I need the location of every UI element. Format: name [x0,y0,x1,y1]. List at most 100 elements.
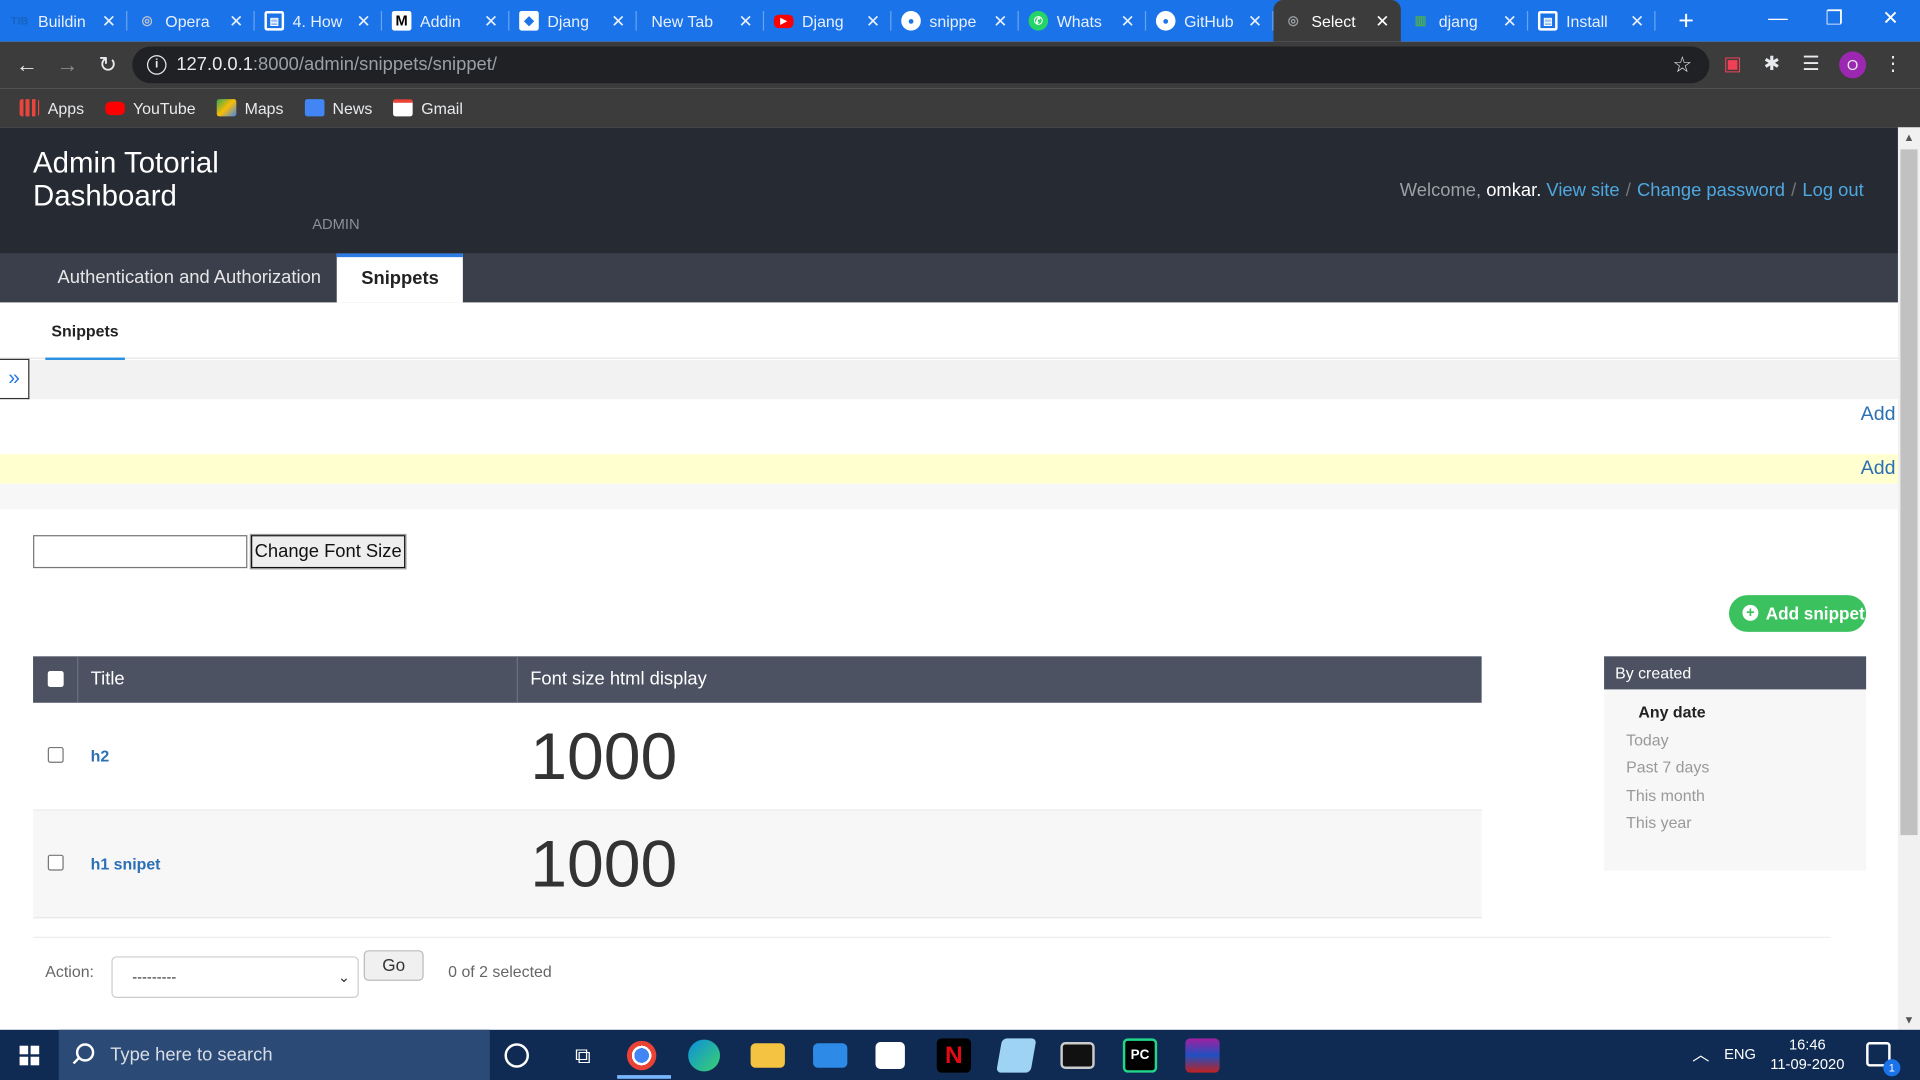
row-checkbox[interactable] [47,854,64,871]
select-all-checkbox[interactable] [47,671,64,687]
browser-tab[interactable]: TIB Buildin ✕ [0,0,128,42]
pycharm-icon[interactable]: PC [1122,1038,1158,1073]
terminal-icon[interactable] [1060,1042,1095,1069]
bookmark-star-icon[interactable]: ☆ [1672,47,1692,84]
file-explorer-icon[interactable] [750,1043,785,1068]
extensions-icon[interactable]: ✱ [1758,51,1785,78]
row-checkbox[interactable] [47,746,64,763]
winrar-icon[interactable] [1185,1038,1220,1073]
filter-option-selected[interactable]: Any date [1604,699,1866,727]
close-icon[interactable]: ✕ [1501,10,1518,31]
taskbar-search[interactable]: Type here to search [58,1029,490,1080]
close-icon[interactable]: ✕ [355,10,372,31]
back-icon[interactable]: ← [11,49,43,81]
system-clock[interactable]: 16:46 11-09-2020 [1758,1035,1856,1074]
browser-tab-active[interactable]: ◎ Select ✕ [1273,0,1401,42]
chrome-icon[interactable] [617,1040,672,1079]
filter-option[interactable]: Past 7 days [1604,754,1866,782]
bookmark-label: Apps [47,98,85,117]
cortana-icon[interactable] [504,1043,529,1068]
go-button[interactable]: Go [363,950,424,981]
close-icon[interactable]: ✕ [100,10,117,31]
forward-icon[interactable]: → [51,49,83,81]
browser-tab[interactable]: New Tab ✕ [637,0,765,42]
browser-tab[interactable]: ▤ 4. How ✕ [255,0,383,42]
edge-icon[interactable] [688,1039,721,1072]
media-queue-icon[interactable]: ☰ [1798,51,1825,78]
bookmark-apps[interactable]: Apps [19,98,85,117]
notepad-icon[interactable] [996,1038,1037,1073]
close-icon[interactable]: ✕ [1629,10,1646,31]
new-tab-button[interactable]: + [1668,0,1705,42]
close-icon[interactable]: ✕ [1119,10,1136,31]
scrollbar-thumb[interactable] [1900,149,1918,836]
add-link[interactable]: Add [1861,404,1896,426]
mail-icon[interactable] [813,1043,848,1068]
browser-tab[interactable]: ▤ Install ✕ [1528,0,1656,42]
notification-icon[interactable]: 1 [1866,1042,1901,1077]
browser-tab[interactable]: ● GitHub ✕ [1146,0,1274,42]
close-icon[interactable]: ✕ [228,10,245,31]
site-brand[interactable]: Admin Totorial Dashboard [33,147,302,213]
medium-icon: M [391,11,412,31]
vertical-scrollbar[interactable]: ▲ ▼ [1897,127,1920,1030]
snippet-title-link[interactable]: h1 snipet [91,811,161,919]
close-icon[interactable]: ✕ [992,10,1009,31]
bookmark-news[interactable]: News [304,99,372,117]
filter-option[interactable]: This year [1604,809,1866,837]
browser-toolbar: ← → ↻ i 127.0.0.1:8000/admin/snippets/sn… [0,41,1920,89]
tray-overflow-icon[interactable]: ︿ [1692,1030,1709,1080]
browser-tab[interactable]: ● snippe ✕ [891,0,1019,42]
browser-tab[interactable]: M Addin ✕ [382,0,510,42]
change-font-size-button[interactable]: Change Font Size [249,533,407,570]
add-link-highlighted[interactable]: Add [1861,458,1896,480]
start-button[interactable] [0,1030,59,1080]
filter-option[interactable]: This month [1604,782,1866,810]
info-icon[interactable]: i [146,55,167,75]
bookmark-gmail[interactable]: Gmail [393,99,463,117]
minimize-icon[interactable]: — [1750,0,1806,42]
close-icon[interactable]: ✕ [482,10,499,31]
log-out-link[interactable]: Log out [1802,180,1863,201]
subnav-snippets[interactable]: Snippets [45,302,125,362]
pocket-icon[interactable]: ▣ [1719,51,1746,78]
scroll-down-icon[interactable]: ▼ [1898,1010,1920,1030]
actions-bar: Action: --------- ⌄ Go 0 of 2 selected [33,936,1831,1018]
menu-icon[interactable]: ⋮ [1880,51,1907,78]
bookmark-youtube[interactable]: YouTube [104,99,196,117]
add-snippet-button[interactable]: + Add snippet [1728,595,1867,632]
tab-authentication[interactable]: Authentication and Authorization [33,253,345,302]
filter-option[interactable]: Today [1604,727,1866,755]
address-bar[interactable]: i 127.0.0.1:8000/admin/snippets/snippet/… [132,46,1710,84]
change-password-link[interactable]: Change password [1637,180,1785,201]
restore-icon[interactable]: ❐ [1806,0,1862,42]
browser-tab[interactable]: ▶ Djang ✕ [764,0,892,42]
browser-tab[interactable]: ✆ Whats ✕ [1019,0,1147,42]
profile-avatar[interactable]: O [1839,51,1867,79]
scroll-up-icon[interactable]: ▲ [1898,127,1920,147]
action-select[interactable]: --------- ⌄ [111,956,359,998]
close-icon[interactable]: ✕ [737,10,754,31]
task-view-icon[interactable]: ⧉ [566,1038,600,1072]
close-icon[interactable]: ✕ [864,10,881,31]
browser-tab[interactable]: ◎ Opera ✕ [127,0,255,42]
store-icon[interactable] [875,1042,905,1069]
nav-sidebar-toggle[interactable]: » [0,358,30,400]
clock-time: 16:46 [1788,1035,1826,1054]
tab-snippets[interactable]: Snippets [336,253,464,303]
close-icon[interactable]: ✕ [1247,10,1264,31]
close-icon[interactable]: ✕ [1374,10,1391,31]
netflix-icon[interactable]: N [936,1038,972,1073]
reload-icon[interactable]: ↻ [92,49,124,81]
view-site-link[interactable]: View site [1546,180,1619,201]
snippet-title-link[interactable]: h2 [91,703,110,811]
browser-tab[interactable]: ▥ djang ✕ [1401,0,1529,42]
close-window-icon[interactable]: ✕ [1862,0,1918,42]
bookmark-label: Maps [244,98,284,117]
language-indicator[interactable]: ENG [1724,1030,1756,1080]
column-title[interactable]: Title [78,656,518,703]
font-size-input[interactable] [33,535,248,569]
browser-tab[interactable]: ◆ Djang ✕ [509,0,637,42]
close-icon[interactable]: ✕ [610,10,627,31]
bookmark-maps[interactable]: Maps [216,98,284,117]
